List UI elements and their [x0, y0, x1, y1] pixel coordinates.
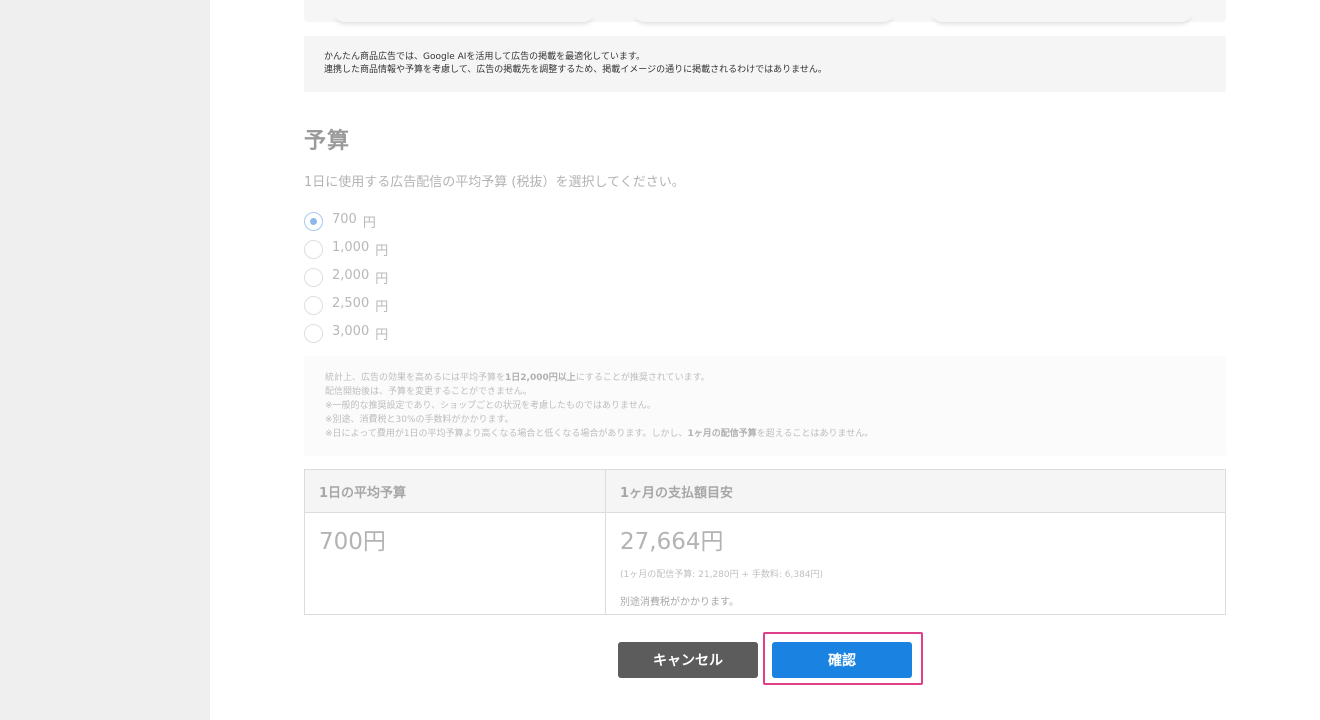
monthly-estimate-cell: 27,664円 (1ヶ月の配信予算: 21,280円 + 手数料: 6,384円…: [605, 512, 1226, 615]
budget-radio-group: 700 円 1,000 円 2,000 円 2,500 円 3,000 円: [304, 207, 388, 347]
radio-button[interactable]: [304, 267, 323, 287]
option-amount: 2,000: [332, 267, 370, 283]
ad-preview-card: [634, 8, 894, 22]
option-amount: 2,500: [332, 295, 370, 311]
ad-preview-card: [932, 8, 1192, 22]
header-daily-budget: 1日の平均予算: [304, 469, 606, 513]
radio-button[interactable]: [304, 295, 323, 315]
budget-option-2500[interactable]: 2,500 円: [304, 291, 388, 319]
daily-budget-cell: 700円: [304, 512, 606, 615]
budget-recommendation-info: 統計上、広告の効果を高めるには平均予算を1日2,000円以上にすることが推奨され…: [304, 356, 1226, 456]
info-line: ※別途、消費税と30%の手数料がかかります。: [325, 415, 514, 425]
option-unit: 円: [375, 299, 389, 315]
main-content: かんたん商品広告では、Google AIを活用して広告の掲載を最適化しています。…: [210, 0, 1320, 720]
info-line: ※日によって費用が1日の平均予算より高くなる場合と低くなる場合があります。しかし…: [325, 429, 874, 439]
notice-line: かんたん商品広告では、Google AIを活用して広告の掲載を最適化しています。: [324, 52, 645, 62]
ai-optimization-notice: かんたん商品広告では、Google AIを活用して広告の掲載を最適化しています。…: [304, 36, 1226, 92]
left-sidebar: [0, 0, 210, 720]
monthly-breakdown: (1ヶ月の配信予算: 21,280円 + 手数料: 6,384円): [620, 570, 824, 580]
budget-title: 予算: [304, 129, 351, 154]
cancel-button[interactable]: キャンセル: [618, 642, 758, 678]
budget-option-2000[interactable]: 2,000 円: [304, 263, 388, 291]
option-unit: 円: [375, 327, 389, 343]
budget-description: 1日に使用する広告配信の平均予算 (税抜）を選択してください。: [304, 175, 685, 190]
budget-option-700[interactable]: 700 円: [304, 207, 388, 235]
ad-preview-strip: [304, 0, 1226, 22]
option-unit: 円: [362, 215, 376, 231]
info-line: 統計上、広告の効果を高めるには平均予算を1日2,000円以上にすることが推奨され…: [325, 373, 710, 383]
header-monthly-estimate: 1ヶ月の支払額目安: [605, 469, 1226, 513]
confirm-button[interactable]: 確認: [772, 642, 912, 678]
budget-option-3000[interactable]: 3,000 円: [304, 319, 388, 347]
monthly-estimate-value: 27,664円: [620, 529, 724, 555]
table-header-row: 1日の平均予算 1ヶ月の支払額目安: [304, 469, 1226, 513]
option-amount: 1,000: [332, 239, 370, 255]
option-unit: 円: [375, 271, 389, 287]
tax-note: 別途消費税がかかります。: [620, 597, 739, 608]
radio-button[interactable]: [304, 211, 323, 231]
notice-line: 連携した商品情報や予算を考慮して、広告の掲載先を調整するため、掲載イメージの通り…: [324, 65, 827, 75]
info-line: 配信開始後は、予算を変更することができません。: [325, 387, 532, 397]
ad-preview-card: [334, 8, 594, 22]
table-row: 700円 27,664円 (1ヶ月の配信予算: 21,280円 + 手数料: 6…: [304, 512, 1226, 615]
radio-button[interactable]: [304, 239, 323, 259]
daily-budget-value: 700円: [319, 529, 386, 555]
info-line: ※一般的な推奨設定であり、ショップごとの状況を考慮したものではありません。: [325, 401, 656, 411]
radio-button[interactable]: [304, 323, 323, 343]
option-amount: 3,000: [332, 323, 370, 339]
option-amount: 700: [332, 211, 357, 227]
budget-summary-table: 1日の平均予算 1ヶ月の支払額目安 700円 27,664円 (1ヶ月の配信予算…: [304, 469, 1226, 615]
budget-option-1000[interactable]: 1,000 円: [304, 235, 388, 263]
option-unit: 円: [375, 243, 389, 259]
